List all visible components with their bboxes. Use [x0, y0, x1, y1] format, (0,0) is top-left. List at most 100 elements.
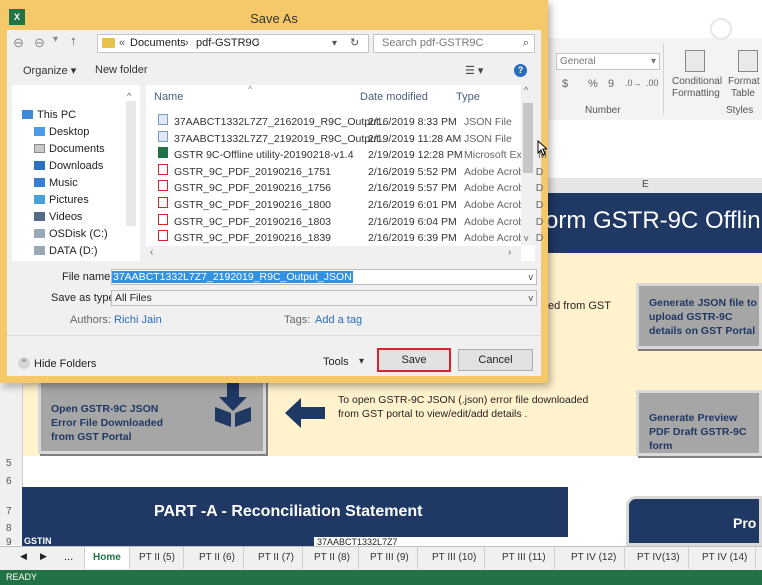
cancel-button[interactable]: Cancel — [458, 349, 533, 371]
sheet-tab[interactable]: PT III (11) — [494, 547, 555, 569]
organize-button[interactable]: Organize ▾ — [23, 64, 76, 77]
file-row[interactable]: GSTR_9C_PDF_20190216_1803 2/16/2019 6:04… — [154, 213, 543, 231]
sheet-tab[interactable]: PT III (10) — [424, 547, 486, 569]
column-header-name[interactable]: Name — [154, 91, 183, 103]
more-tabs-button[interactable]: ... — [64, 551, 73, 563]
file-row[interactable]: 37AABCT1332L7Z7_2192019_R9C_Output... 2/… — [154, 130, 526, 148]
scroll-tabs-left-icon[interactable]: ◀ — [20, 551, 27, 562]
nav-item-osdisk[interactable]: OSDisk (C:) — [34, 226, 108, 243]
dialog-title-bar[interactable]: X Save As — [7, 7, 541, 30]
conditional-formatting-label-2[interactable]: Formatting — [672, 88, 720, 99]
generate-preview-button[interactable]: Generate Preview PDF Draft GSTR-9C form — [636, 390, 762, 456]
breadcrumb-documents[interactable]: Documents — [130, 35, 186, 52]
number-format-select[interactable]: General ▾ — [556, 53, 660, 70]
address-bar[interactable]: « Documents › pdf-GSTR9C › ▾ ↻ — [97, 34, 369, 53]
generate-json-label: Generate JSON file to upload GSTR-9C det… — [649, 297, 757, 337]
scrollbar-thumb[interactable] — [523, 103, 533, 173]
sheet-tab[interactable]: PT III (9) — [362, 547, 418, 569]
up-arrow-icon[interactable]: ↑ — [70, 33, 77, 48]
column-header-e[interactable]: E — [642, 179, 649, 190]
chevron-down-icon[interactable]: ▾ — [359, 356, 364, 367]
nav-item-this-pc[interactable]: This PC — [22, 107, 76, 124]
chevron-down-icon[interactable]: v — [529, 291, 534, 305]
nav-item-data-drive[interactable]: DATA (D:) — [34, 243, 97, 260]
file-type: JSON File — [464, 132, 512, 145]
view-options-icon[interactable]: ☰ ▾ — [465, 64, 483, 77]
nav-item-downloads[interactable]: Downloads — [34, 158, 103, 175]
recent-locations-icon[interactable]: ▾ — [53, 34, 58, 45]
nav-scrollbar[interactable] — [126, 101, 136, 226]
nav-item-music[interactable]: Music — [34, 175, 78, 192]
help-icon[interactable]: ? — [514, 64, 527, 77]
format-as-table-icon[interactable] — [738, 50, 758, 72]
decrease-decimal-icon[interactable]: .00 — [646, 78, 659, 88]
tools-button[interactable]: Tools — [323, 356, 349, 368]
pdf-file-icon — [158, 180, 168, 192]
scroll-left-icon[interactable]: ‹ — [150, 247, 153, 258]
scroll-tabs-right-icon[interactable]: ▶ — [40, 551, 47, 562]
percent-button[interactable]: % — [588, 78, 598, 90]
formula-bar[interactable] — [545, 120, 762, 179]
file-row[interactable]: GSTR 9C-Offline utility-20190218-v1.4 2/… — [154, 147, 547, 164]
file-list-horizontal-scrollbar[interactable]: ‹ › — [146, 246, 521, 261]
conditional-formatting-icon[interactable] — [685, 50, 705, 72]
sheet-tab[interactable]: PT IV (12) — [563, 547, 626, 569]
search-input[interactable]: Search pdf-GSTR9C ⌕ — [373, 34, 535, 53]
currency-button[interactable]: $ — [562, 78, 568, 90]
comma-button[interactable]: 9 — [608, 78, 614, 90]
ribbon: General ▾ $ % 9 .0→ .00 Number Conditiona… — [545, 38, 762, 121]
chevron-up-icon[interactable]: ^ — [127, 91, 131, 101]
authors-label: Authors: — [70, 314, 111, 326]
sheet-tab[interactable]: PT II (8) — [306, 547, 359, 569]
authors-value[interactable]: Richi Jain — [114, 314, 162, 326]
nav-item-pictures[interactable]: Pictures — [34, 192, 89, 209]
breadcrumb-overflow[interactable]: « — [119, 35, 125, 52]
sheet-tab-home[interactable]: Home — [84, 547, 130, 569]
hide-folders-button[interactable]: Hide Folders — [34, 358, 96, 370]
chevron-down-icon[interactable]: ▾ — [332, 35, 337, 52]
column-header-type[interactable]: Type — [456, 91, 480, 103]
tags-value[interactable]: Add a tag — [315, 314, 362, 326]
sheet-tab[interactable]: PT IV(13) — [629, 547, 689, 569]
conditional-formatting-label[interactable]: Conditional — [672, 76, 722, 87]
chevron-up-icon[interactable]: ^ — [524, 85, 528, 95]
sheet-tab[interactable]: PT II (5) — [131, 547, 184, 569]
format-as-table-label[interactable]: Format — [728, 76, 760, 87]
increase-decimal-icon[interactable]: .0→ — [625, 78, 642, 88]
generate-json-button[interactable]: Generate JSON file to upload GSTR-9C det… — [636, 283, 762, 349]
file-name: GSTR 9C-Offline utility-20190218-v1.4 — [174, 149, 354, 162]
desktop-icon — [34, 127, 45, 136]
sheet-tab[interactable]: PT II (7) — [250, 547, 303, 569]
format-as-table-label-2[interactable]: Table — [731, 88, 755, 99]
save-as-type-select[interactable]: All Files v — [111, 290, 537, 306]
nav-item-desktop[interactable]: Desktop — [34, 124, 89, 141]
save-button[interactable]: Save — [377, 348, 451, 372]
new-folder-button[interactable]: New folder — [95, 64, 148, 76]
chevron-down-icon[interactable]: v — [529, 270, 534, 284]
sheet-tab[interactable]: PT II (6) — [191, 547, 244, 569]
pdf-file-icon — [158, 230, 168, 242]
refresh-icon[interactable]: ↻ — [350, 35, 359, 52]
scroll-right-icon[interactable]: › — [508, 247, 511, 258]
chevron-down-icon[interactable]: v — [524, 233, 529, 243]
breadcrumb-pdf-gstr9c[interactable]: pdf-GSTR9C — [196, 35, 260, 52]
chevron-up-icon[interactable]: ^ — [18, 357, 30, 369]
back-arrow-icon[interactable]: ⊖ — [13, 35, 24, 51]
save-as-type-label: Save as type: — [51, 292, 118, 304]
file-name: GSTR_9C_PDF_20190216_1803 — [174, 215, 332, 228]
nav-item-documents[interactable]: Documents — [34, 141, 105, 158]
file-row[interactable]: GSTR_9C_PDF_20190216_1756 2/16/2019 5:57… — [154, 180, 543, 197]
file-row[interactable]: GSTR_9C_PDF_20190216_1839 2/16/2019 6:39… — [154, 230, 543, 247]
file-list-vertical-scrollbar[interactable]: ^ v — [521, 85, 535, 245]
nav-item-videos[interactable]: Videos — [34, 209, 82, 226]
sheet-tab[interactable]: PT IV (14) — [694, 547, 757, 569]
file-name-input[interactable]: 37AABCT1332L7Z7_2192019_R9C_Output_JSON … — [111, 269, 537, 285]
right-panel-header: Pro — [626, 496, 762, 546]
file-row[interactable]: 37AABCT1332L7Z7_2162019_R9C_Output... 2/… — [154, 114, 526, 131]
column-header-date[interactable]: Date modified — [360, 91, 428, 103]
search-icon[interactable]: ⌕ — [523, 35, 529, 52]
file-row[interactable]: GSTR_9C_PDF_20190216_1751 2/16/2019 5:52… — [154, 163, 543, 181]
forward-arrow-icon[interactable]: ⊖ — [34, 35, 45, 51]
file-row[interactable]: GSTR_9C_PDF_20190216_1800 2/16/2019 6:01… — [154, 197, 543, 214]
json-file-icon — [158, 130, 168, 142]
